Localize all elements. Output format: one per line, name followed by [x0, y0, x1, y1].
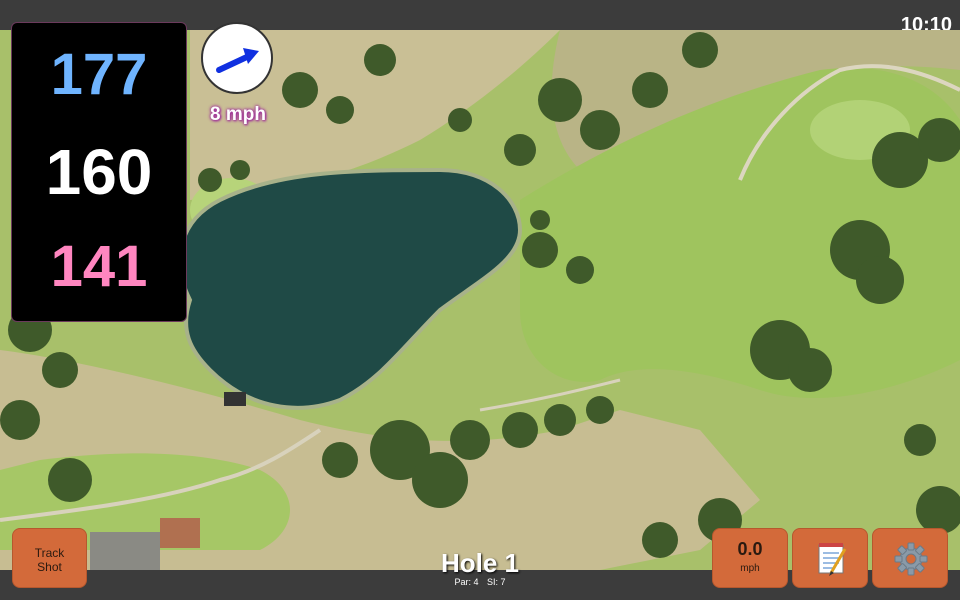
- speed-button[interactable]: 0.0 mph: [712, 528, 788, 588]
- hole-title: Hole 1: [440, 548, 520, 578]
- track-shot-label-line1: Track: [34, 546, 65, 560]
- distance-panel: 177 160 141: [11, 22, 187, 322]
- hole-si: SI: 7: [487, 577, 506, 587]
- wind-speed: 8 mph: [210, 104, 266, 125]
- back-distance: 177: [50, 42, 148, 107]
- wind-indicator[interactable]: [201, 22, 273, 94]
- notepad-icon: [818, 543, 847, 576]
- gear-icon: [894, 542, 928, 576]
- speed-unit: mph: [740, 563, 760, 574]
- front-distance: 141: [50, 234, 148, 299]
- hole-info: Par: 4 SI: 7: [380, 577, 580, 587]
- track-shot-button[interactable]: Track Shot: [12, 528, 87, 588]
- hole-par: Par: 4: [454, 577, 479, 587]
- track-shot-label-line2: Shot: [37, 560, 62, 574]
- notes-button[interactable]: [792, 528, 868, 588]
- settings-button[interactable]: [872, 528, 948, 588]
- speed-value: 0.0: [737, 539, 763, 559]
- middle-distance: 160: [45, 136, 153, 208]
- wind-direction-arrow-icon: [216, 48, 259, 73]
